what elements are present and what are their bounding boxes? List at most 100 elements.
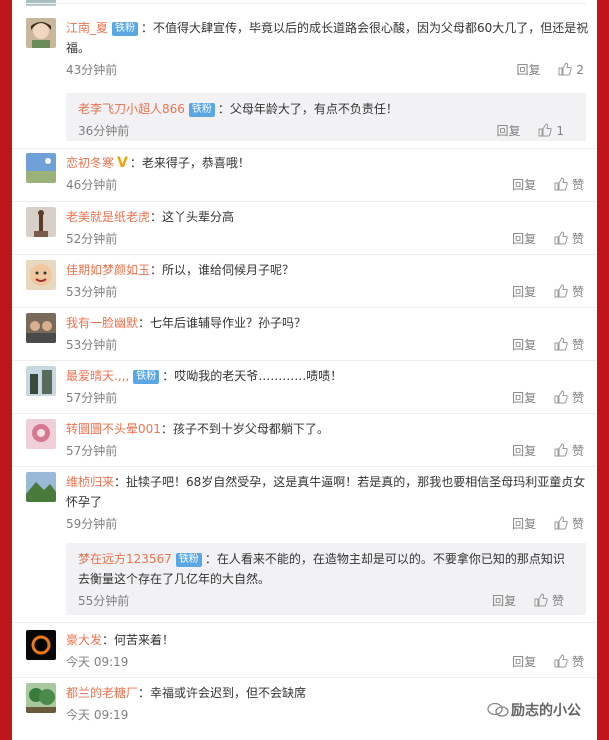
- divider: [12, 307, 597, 308]
- comment-text: ：不值得大肆宣传，毕竟以后的成长道路会很心酸，因为父母都60大几了，但还是祝福。: [66, 21, 589, 55]
- comment-text: ：孩子不到十岁父母都躺下了。: [160, 422, 329, 436]
- wechat-icon: [487, 703, 509, 717]
- like-button[interactable]: 赞: [554, 337, 584, 352]
- commenter-name[interactable]: 佳期如梦颜如玉: [66, 263, 150, 277]
- like-button[interactable]: 赞: [554, 177, 584, 192]
- like-count: 赞: [571, 338, 584, 352]
- reply-button[interactable]: 回复: [512, 178, 536, 192]
- comment-text: ：父母年龄大了，有点不负责任！: [217, 102, 398, 116]
- avatar[interactable]: [26, 366, 56, 396]
- thumbs-up-icon: [554, 654, 568, 668]
- divider: [12, 148, 597, 149]
- reply-button[interactable]: 回复: [497, 124, 521, 138]
- comment-text: ：哎呦我的老天爷…………啧啧！: [162, 369, 343, 383]
- avatar[interactable]: [26, 683, 56, 713]
- thumbs-up-icon: [554, 516, 568, 530]
- reply-button[interactable]: 回复: [512, 444, 536, 458]
- watermark: 励志的小公: [487, 700, 581, 720]
- like-button[interactable]: 赞: [534, 593, 564, 608]
- avatar[interactable]: [26, 630, 56, 660]
- comment-text: ：七年后谁辅导作业？孙子吗？: [138, 316, 307, 330]
- avatar[interactable]: [26, 18, 56, 48]
- like-count: 1: [556, 124, 564, 138]
- like-button[interactable]: 赞: [554, 284, 584, 299]
- comment-time: 59分钟前: [66, 517, 118, 531]
- thumbs-up-icon: [554, 177, 568, 191]
- commenter-name[interactable]: 豪大发: [66, 633, 102, 647]
- thumbs-up-icon: [554, 390, 568, 404]
- thumbs-up-icon: [554, 337, 568, 351]
- comment-time: 52分钟前: [66, 232, 118, 246]
- comment-time: 57分钟前: [66, 444, 118, 458]
- avatar[interactable]: [26, 153, 56, 183]
- comment-text: ：扯犊子吧！68岁自然受孕，这是真牛逼啊！若是真的，那我也要相信圣母玛利亚童贞女…: [66, 475, 586, 509]
- commenter-name[interactable]: 维桢归来: [66, 475, 114, 489]
- avatar[interactable]: [26, 207, 56, 237]
- comment-time: 55分钟前: [78, 594, 130, 608]
- reply-button[interactable]: 回复: [512, 285, 536, 299]
- commenter-name[interactable]: 老美就是纸老虎: [66, 210, 150, 224]
- like-button[interactable]: 1: [538, 123, 564, 138]
- avatar[interactable]: [26, 419, 56, 449]
- reply-button[interactable]: 回复: [512, 232, 536, 246]
- comment-text: ：何苦来着！: [102, 633, 175, 647]
- comment-text: ：幸福或许会迟到，但不会缺席: [138, 686, 307, 700]
- fan-badge: 铁粉: [133, 370, 160, 384]
- reply-button[interactable]: 回复: [517, 63, 541, 77]
- like-button[interactable]: 2: [558, 62, 584, 77]
- fan-badge: 铁粉: [188, 103, 215, 117]
- comment-time: 46分钟前: [66, 178, 118, 192]
- comment-panel: 江南_夏铁粉 ：不值得大肆宣传，毕竟以后的成长道路会很心酸，因为父母都60大几了，…: [12, 0, 597, 740]
- comment-time: 53分钟前: [66, 338, 118, 352]
- commenter-name[interactable]: 都兰的老糖厂: [66, 686, 138, 700]
- like-button[interactable]: 赞: [554, 390, 584, 405]
- commenter-name[interactable]: 恋初冬寒: [66, 156, 114, 170]
- like-count: 赞: [571, 178, 584, 192]
- reply-button[interactable]: 回复: [512, 338, 536, 352]
- commenter-name[interactable]: 江南_夏: [66, 21, 108, 35]
- commenter-name[interactable]: 我有一脸幽默: [66, 316, 138, 330]
- like-button[interactable]: 赞: [554, 654, 584, 669]
- commenter-name[interactable]: 梦在远方123567: [78, 552, 172, 566]
- like-button[interactable]: 赞: [554, 231, 584, 246]
- divider: [12, 622, 597, 623]
- like-count: 赞: [571, 517, 584, 531]
- comment-time: 36分钟前: [78, 124, 130, 138]
- divider: [12, 360, 597, 361]
- thumbs-up-icon: [554, 443, 568, 457]
- commenter-name[interactable]: 最爱晴天.,,,: [66, 369, 129, 383]
- like-button[interactable]: 赞: [554, 443, 584, 458]
- comment-text: ：这丫头辈分高: [150, 210, 235, 224]
- commenter-name[interactable]: 转圜圜不头晕001: [66, 422, 161, 436]
- commenter-name[interactable]: 老李飞刀小超人866: [78, 102, 185, 116]
- divider: [12, 466, 597, 467]
- reply-button[interactable]: 回复: [492, 594, 516, 608]
- reply-thread: 梦在远方123567 铁粉 ：在人看来不能的，在造物主却是可以的。不要拿你已知的那点…: [66, 543, 586, 615]
- like-count: 赞: [571, 655, 584, 669]
- watermark-text: 励志的小公: [511, 703, 581, 719]
- like-button[interactable]: 赞: [554, 516, 584, 531]
- avatar[interactable]: [26, 472, 56, 502]
- thumbs-up-icon: [558, 62, 573, 76]
- comment-time: 今天 09:19: [66, 708, 129, 722]
- fan-badge: 铁粉: [175, 553, 202, 567]
- avatar[interactable]: [26, 260, 56, 290]
- reply-thread: 老李飞刀小超人866 铁粉 ：父母年龄大了，有点不负责任！ 36分钟前 回复 1: [66, 93, 586, 141]
- reply-button[interactable]: 回复: [512, 655, 536, 669]
- previous-comment-fragment: [26, 0, 586, 6]
- avatar[interactable]: [26, 313, 56, 343]
- vip-badge: V: [117, 155, 128, 171]
- divider: [12, 677, 597, 678]
- comment-time: 今天 09:19: [66, 655, 129, 669]
- comment-time: 57分钟前: [66, 391, 118, 405]
- divider: [26, 3, 586, 4]
- comment-text: ：老来得子，恭喜哦！: [129, 156, 250, 170]
- like-count: 2: [576, 63, 584, 77]
- comment-time: 53分钟前: [66, 285, 118, 299]
- thumbs-up-icon: [554, 284, 568, 298]
- reply-button[interactable]: 回复: [512, 391, 536, 405]
- thumbs-up-icon: [534, 593, 548, 607]
- like-count: 赞: [571, 285, 584, 299]
- reply-button[interactable]: 回复: [512, 517, 536, 531]
- like-count: 赞: [551, 594, 564, 608]
